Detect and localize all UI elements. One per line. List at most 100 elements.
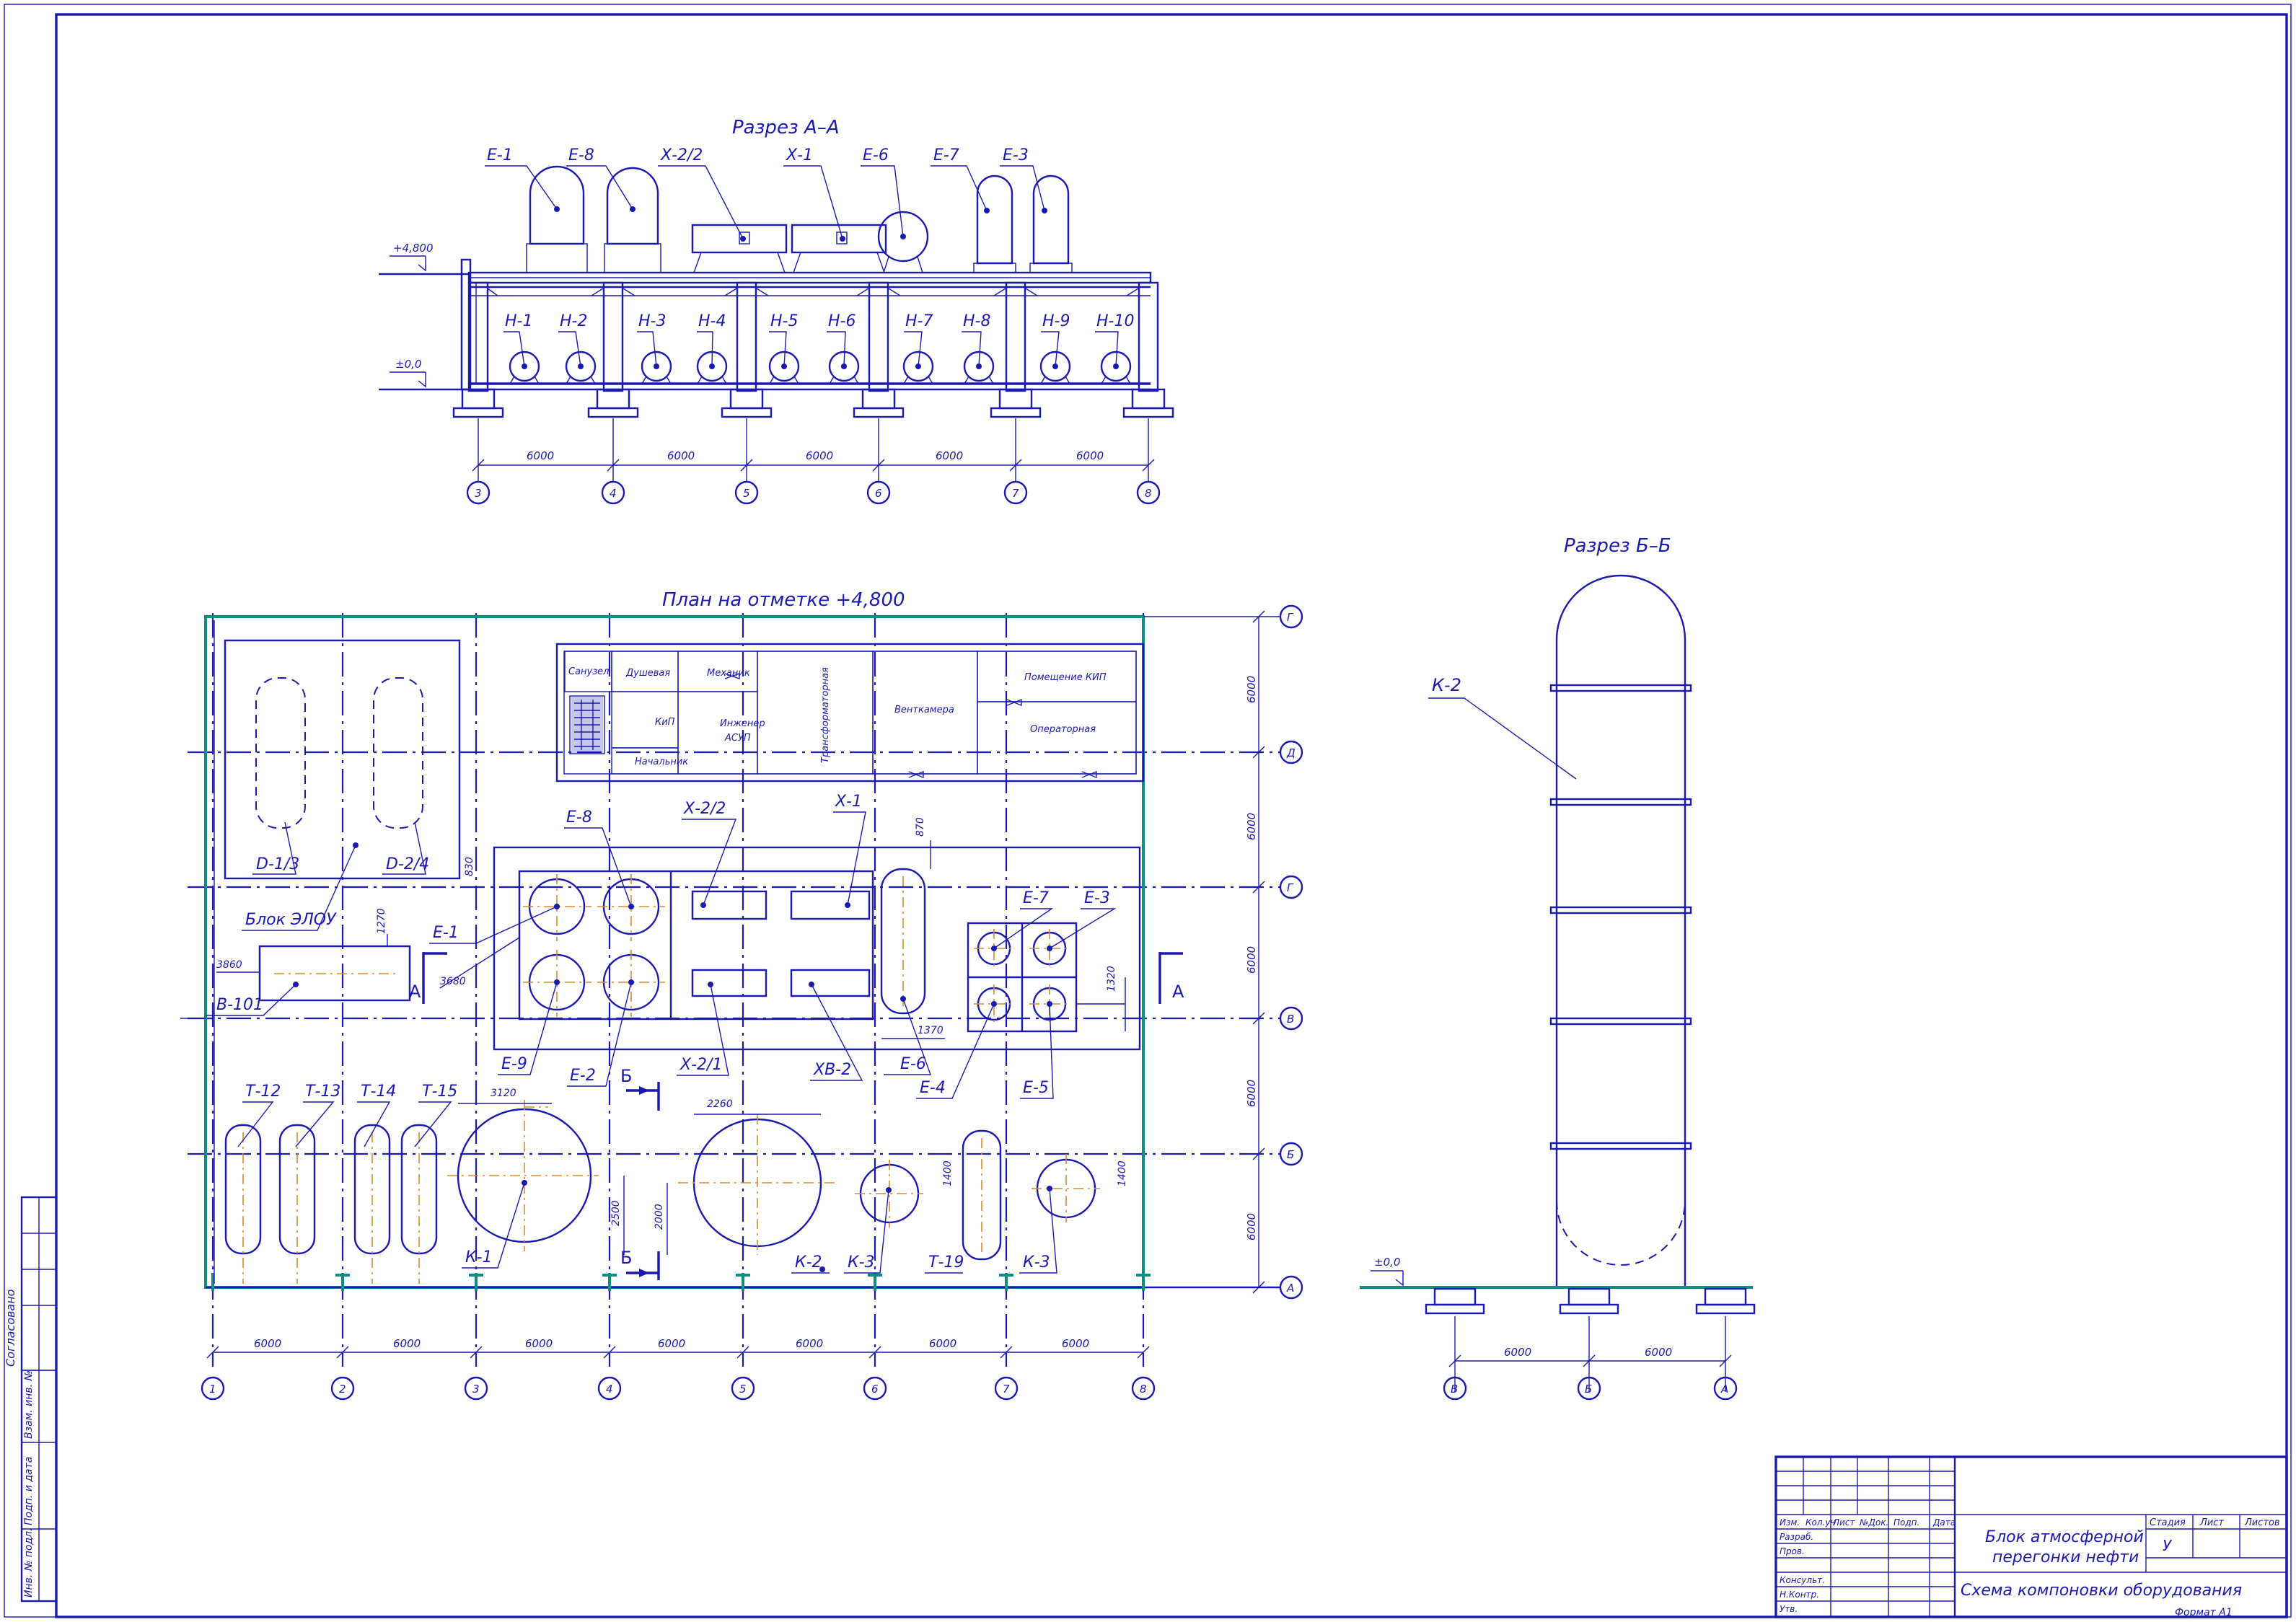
plan-dim-bottom: 6000	[929, 1337, 956, 1350]
aa-dim: 6000	[527, 449, 554, 462]
axis-bubble: А	[1720, 1383, 1728, 1396]
label-t14: Т-14	[361, 1083, 396, 1101]
tb-row: Разраб.	[1780, 1532, 1813, 1542]
tb-col-header: Подп.	[1893, 1517, 1919, 1528]
axis-bubble: А	[1286, 1282, 1294, 1295]
room-sanuzel: Санузел	[568, 666, 609, 677]
label-x22: Х-2/2	[660, 146, 703, 164]
tb-row: Н.Контр.	[1780, 1590, 1819, 1600]
dim-1370: 1370	[918, 1025, 944, 1036]
axis-bubble: 3	[475, 487, 482, 500]
drawing-sheet: Согласовано Взам. инв. № Подп. и дата Ин…	[4, 4, 2292, 1618]
label-e3: Е-3	[1003, 146, 1029, 164]
label-k3a: К-3	[848, 1253, 875, 1271]
axis-bubble: 5	[743, 487, 750, 500]
label-e8: Е-8	[566, 808, 592, 827]
tb-project-line-1: Блок атмосферной	[1985, 1528, 2144, 1546]
tb-col-header: №Док.	[1859, 1517, 1888, 1528]
label-h8: Н-8	[963, 312, 990, 330]
plan-dim-bottom: 6000	[1062, 1337, 1089, 1350]
label-d24: D-2/4	[386, 855, 429, 873]
label-v101: В-101	[216, 996, 263, 1014]
level-zero: ±0,0	[395, 358, 421, 371]
plan-dim-right: 6000	[1245, 676, 1258, 703]
label-x21: Х-2/1	[679, 1056, 722, 1074]
axis-bubble: 8	[1145, 487, 1152, 500]
side-stamp-label: Подп. и дата	[23, 1457, 35, 1525]
label-e6: Е-6	[900, 1055, 926, 1073]
room-ventkamera: Венткамера	[894, 705, 954, 715]
side-stamp-label: Взам. инв. №	[23, 1370, 35, 1439]
sheet-frame	[4, 4, 2292, 1618]
plan-view: План на отметке +4,800 D-1/3 D-2/4 Блок …	[180, 589, 1303, 1401]
aa-axis-bubbles: 3 4 5 6 7 8	[466, 480, 1161, 505]
axis-bubble: 2	[339, 1383, 346, 1396]
label-e1: Е-1	[487, 146, 513, 164]
aa-dim: 6000	[667, 449, 695, 462]
label-x1: Х-1	[786, 146, 813, 164]
axis-bubble: 6	[871, 1383, 879, 1396]
axis-bubble: В	[1451, 1383, 1458, 1396]
label-h6: Н-6	[828, 312, 855, 330]
tb-row: Пров.	[1780, 1546, 1805, 1556]
aa-dim: 6000	[936, 449, 963, 462]
room-kip: КиП	[655, 717, 675, 728]
dim-1270: 1270	[376, 908, 387, 934]
tb-col-header: Дата	[1932, 1517, 1956, 1528]
tb-row: Утв.	[1780, 1604, 1798, 1614]
label-t15: Т-15	[422, 1083, 457, 1101]
label-e5: Е-5	[1023, 1079, 1049, 1097]
tb-stage: У	[2163, 1537, 2173, 1554]
axis-bubble: 4	[606, 1383, 613, 1396]
axis-bubble: 3	[472, 1383, 480, 1396]
tb-col-header: Кол.уч	[1805, 1517, 1836, 1528]
dim-1400b: 1400	[1117, 1160, 1128, 1186]
axis-bubble: Г	[1287, 611, 1294, 624]
tb-drawing-name: Схема компоновки оборудования	[1961, 1582, 2242, 1600]
plan-dim-right: 6000	[1245, 1213, 1258, 1240]
section-mark-a-right: А	[1172, 982, 1184, 1002]
plan-dim-bottom: 6000	[796, 1337, 823, 1350]
side-stamp: Согласовано Взам. инв. № Подп. и дата Ин…	[4, 1196, 58, 1603]
side-stamp-label: Согласовано	[4, 1289, 17, 1367]
axis-bubble: Б	[1287, 1148, 1294, 1161]
label-elou: Блок ЭЛОУ	[245, 911, 337, 929]
label-e9: Е-9	[501, 1055, 527, 1073]
axis-bubble: 8	[1140, 1383, 1147, 1396]
aa-pump-labels: Н-1 Н-2 Н-3 Н-4 Н-5 Н-6 Н-7 Н-8 Н-9 Н-10	[503, 312, 1134, 367]
plan-dim-right: 6000	[1245, 946, 1258, 974]
plan-dim-bottom: 6000	[393, 1337, 421, 1350]
axis-bubble: 5	[739, 1383, 747, 1396]
label-k3b: К-3	[1023, 1253, 1050, 1271]
label-e2: Е-2	[570, 1067, 596, 1085]
tb-col-header: Изм.	[1780, 1517, 1800, 1528]
label-h5: Н-5	[770, 312, 798, 330]
dim-2260: 2260	[707, 1098, 733, 1110]
dim-2000: 2000	[654, 1204, 665, 1230]
label-k2: К-2	[795, 1253, 822, 1271]
axis-bubble: 4	[610, 487, 617, 500]
aa-vessels	[526, 165, 1073, 273]
section-mark-b-top: Б	[620, 1066, 632, 1086]
tb-sheets-header: Листов	[2244, 1517, 2280, 1528]
axis-bubble: В	[1287, 1013, 1294, 1026]
title-block: Изм. Кол.уч Лист №Док. Подп. Дата Разраб…	[1774, 1455, 2288, 1618]
aa-dim: 6000	[1076, 449, 1104, 462]
room-kip-room: Помещение КИП	[1024, 672, 1107, 683]
tb-format: Формат А1	[2175, 1607, 2233, 1618]
dim-2500: 2500	[610, 1200, 622, 1226]
label-t13: Т-13	[305, 1083, 340, 1101]
level-zero-bb: ±0,0	[1374, 1256, 1400, 1269]
aa-dim: 6000	[806, 449, 833, 462]
dim-870: 870	[915, 817, 926, 837]
bb-dim: 6000	[1645, 1346, 1672, 1359]
label-k1: К-1	[465, 1248, 493, 1266]
label-x22: Х-2/2	[683, 800, 726, 818]
axis-bubble: 6	[875, 487, 882, 500]
aa-columns	[452, 281, 1174, 418]
label-e4: Е-4	[920, 1079, 946, 1097]
plan-title: План на отметке +4,800	[662, 589, 905, 611]
dim-1400a: 1400	[942, 1160, 954, 1186]
label-d13: D-1/3	[256, 855, 299, 873]
tb-sheet-header: Лист	[2199, 1517, 2224, 1528]
